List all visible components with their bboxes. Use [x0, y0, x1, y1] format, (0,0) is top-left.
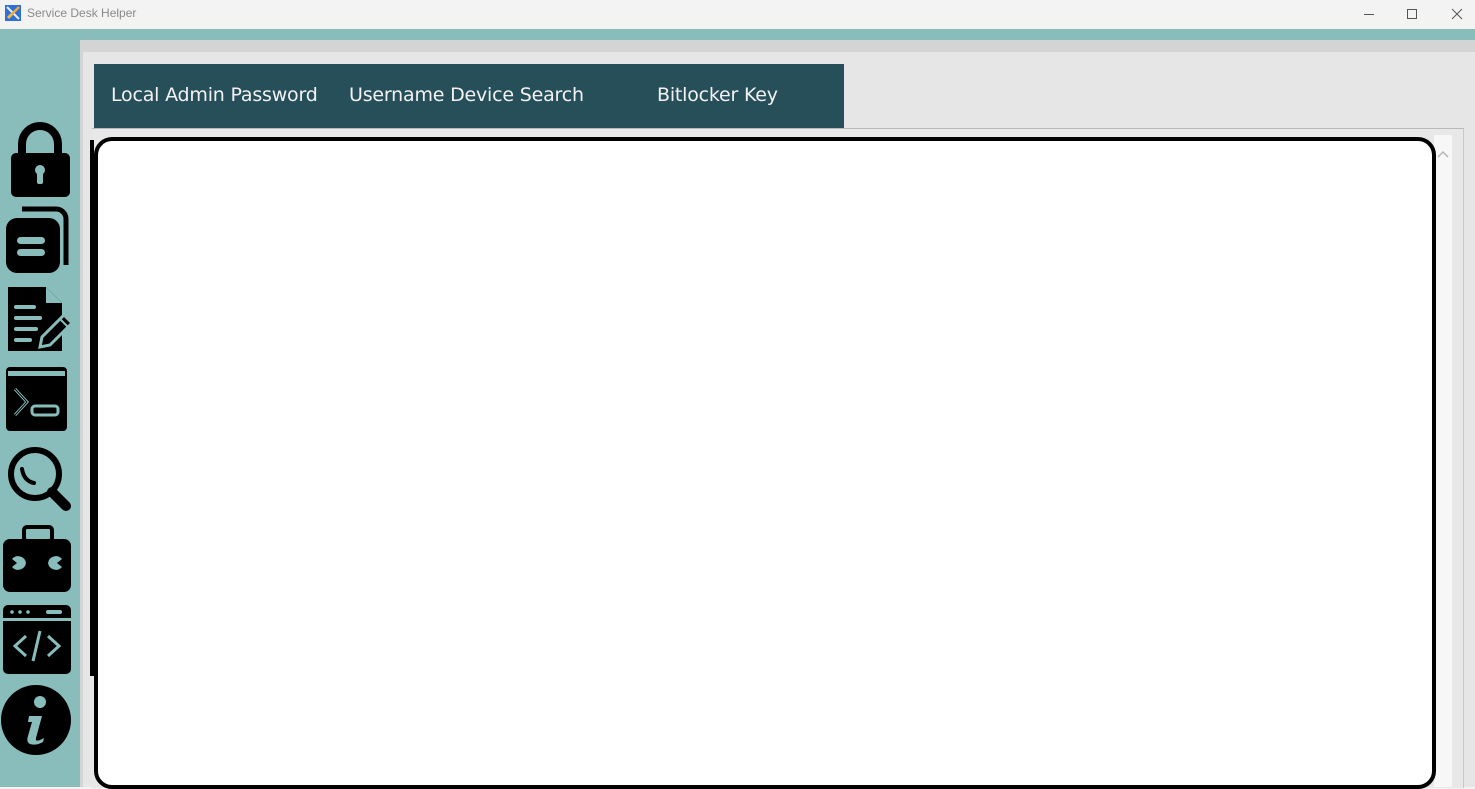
sidebar-item-scripts[interactable]	[0, 603, 78, 679]
maximize-button[interactable]	[1389, 0, 1435, 29]
header-strip	[0, 29, 1475, 40]
minimize-icon	[1364, 14, 1374, 15]
sidebar-item-notes[interactable]	[0, 285, 78, 361]
window-title: Service Desk Helper	[27, 6, 137, 20]
info-icon	[1, 685, 71, 755]
sidebar	[0, 40, 80, 787]
toolbox-icon	[3, 525, 71, 592]
maximize-icon	[1407, 9, 1417, 19]
tab-local-admin-password[interactable]: Local Admin Password	[111, 84, 318, 106]
search-icon	[8, 447, 71, 511]
sidebar-item-toolbox[interactable]	[0, 525, 78, 601]
close-button[interactable]	[1434, 0, 1475, 29]
vertical-scrollbar[interactable]	[1434, 135, 1452, 787]
minimize-button[interactable]	[1346, 0, 1392, 29]
tab-bitlocker-key[interactable]: Bitlocker Key	[657, 84, 778, 106]
tab-username-device-search[interactable]: Username Device Search	[349, 84, 584, 106]
sidebar-item-about[interactable]	[0, 682, 78, 758]
close-icon	[1451, 8, 1463, 20]
title-bar: Service Desk Helper	[0, 0, 1475, 29]
sidebar-item-search[interactable]	[0, 445, 78, 521]
document-edit-icon	[8, 287, 75, 351]
tab-bar: Local Admin Password Username Device Sea…	[94, 64, 844, 128]
sidebar-item-powershell[interactable]	[0, 365, 78, 441]
code-window-icon	[3, 605, 71, 674]
output-textbox[interactable]	[94, 137, 1436, 789]
lock-icon	[11, 122, 70, 197]
folder-document-icon	[6, 206, 69, 273]
sidebar-item-device-records[interactable]	[0, 203, 78, 279]
terminal-icon	[6, 367, 67, 431]
chevron-up-icon[interactable]	[1437, 149, 1449, 159]
tools-icon	[5, 5, 21, 21]
sidebar-item-local-admin-password[interactable]	[0, 120, 78, 197]
